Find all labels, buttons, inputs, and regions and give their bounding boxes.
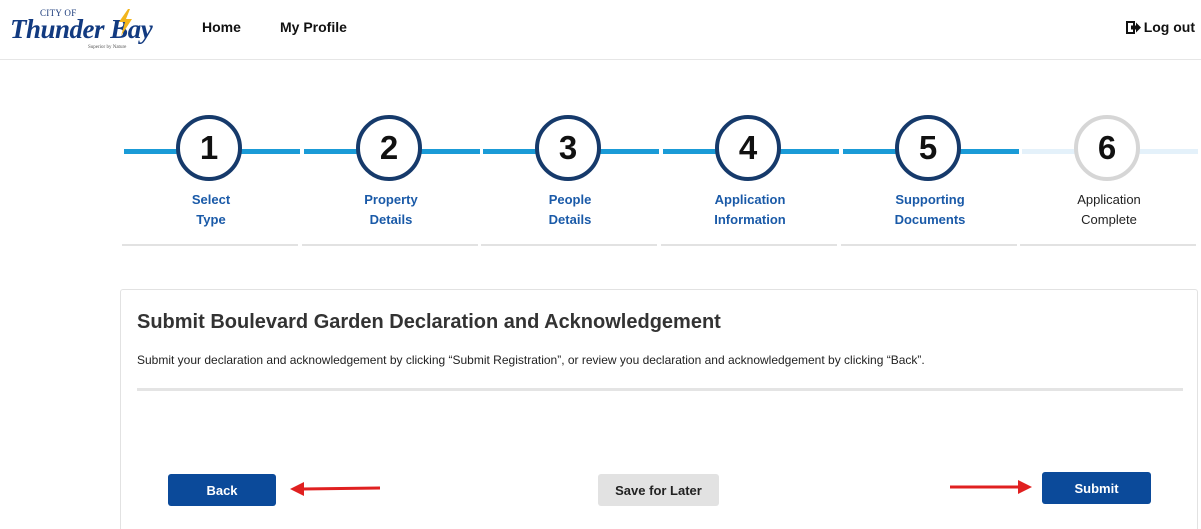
step-underline: [841, 244, 1017, 246]
step-underline: [481, 244, 657, 246]
step-label-line1: Application: [1077, 192, 1141, 207]
step-property-details: 2 Property Details: [302, 113, 480, 247]
step-label-line2: Details: [369, 212, 413, 227]
panel-description: Submit your declaration and acknowledgem…: [137, 353, 925, 367]
step-number: 5: [895, 115, 961, 181]
step-label: People Details: [481, 190, 659, 230]
step-label-line1: Supporting: [895, 192, 965, 207]
step-label-line1: People: [548, 192, 592, 207]
step-label-line2: Documents: [894, 212, 966, 227]
top-navigation-bar: CITY OF Thunder Bay Superior by Nature H…: [0, 0, 1201, 60]
step-application-complete: 6 Application Complete: [1020, 113, 1198, 247]
logo-tagline-text: Superior by Nature: [88, 45, 127, 50]
step-number: 3: [535, 115, 601, 181]
nav-home-link[interactable]: Home: [202, 19, 241, 35]
step-label: Application Information: [661, 190, 839, 230]
back-button[interactable]: Back: [168, 474, 276, 506]
step-underline: [661, 244, 837, 246]
step-underline: [302, 244, 478, 246]
step-underline: [1020, 244, 1196, 246]
step-label: Select Type: [122, 190, 300, 230]
progress-stepper: 1 Select Type 2 Property Details 3 Peopl…: [122, 113, 1201, 247]
step-people-details: 3 People Details: [481, 113, 659, 247]
step-label-line2: Details: [548, 212, 592, 227]
right-arrow-annotation-icon: [950, 480, 1032, 494]
submit-button[interactable]: Submit: [1042, 472, 1151, 504]
lightning-icon: [119, 9, 132, 36]
step-label-line1: Application: [714, 192, 786, 207]
step-label-line2: Complete: [1081, 212, 1137, 227]
step-number: 4: [715, 115, 781, 181]
panel-title: Submit Boulevard Garden Declaration and …: [137, 311, 721, 333]
step-label-line1: Property: [364, 192, 418, 207]
logout-icon: [1125, 20, 1141, 34]
step-label-line2: Type: [196, 212, 226, 227]
step-number: 1: [176, 115, 242, 181]
step-label: Application Complete: [1020, 190, 1198, 230]
logout-button[interactable]: Log out: [1125, 19, 1195, 35]
step-supporting-documents: 5 Supporting Documents: [841, 113, 1019, 247]
step-label-line2: Information: [714, 212, 786, 227]
step-underline: [122, 244, 298, 246]
nav-my-profile-link[interactable]: My Profile: [280, 19, 347, 35]
step-label: Supporting Documents: [841, 190, 1019, 230]
save-for-later-button[interactable]: Save for Later: [598, 474, 719, 506]
step-select-type: 1 Select Type: [122, 113, 300, 247]
step-application-information: 4 Application Information: [661, 113, 839, 247]
panel-divider: [137, 388, 1183, 391]
step-number: 6: [1074, 115, 1140, 181]
logout-label: Log out: [1143, 19, 1195, 35]
city-logo[interactable]: CITY OF Thunder Bay Superior by Nature: [10, 8, 170, 52]
step-number: 2: [356, 115, 422, 181]
step-label-line1: Select: [191, 192, 231, 207]
left-arrow-annotation-icon: [290, 482, 381, 496]
step-label: Property Details: [302, 190, 480, 230]
